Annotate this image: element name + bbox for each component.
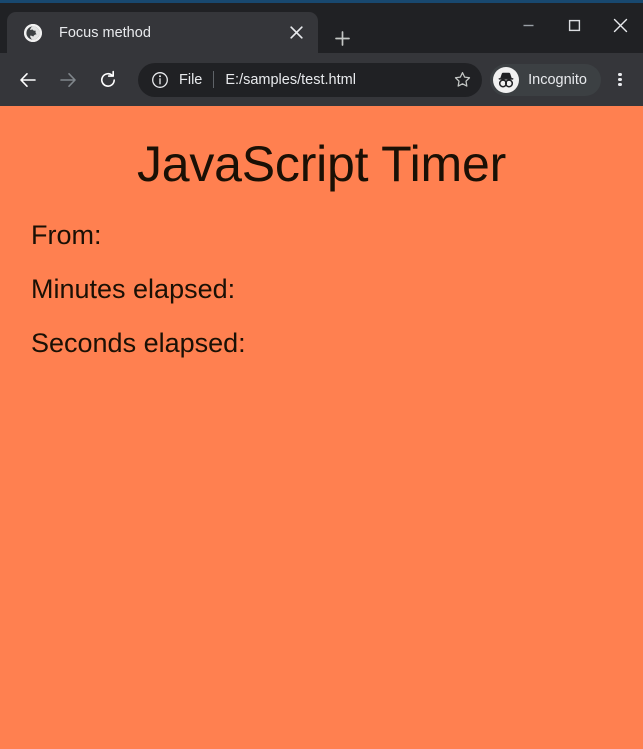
browser-window: Focus method File E:/samples/test.html I…	[0, 0, 643, 749]
minutes-elapsed-label: Minutes elapsed:	[31, 274, 236, 304]
browser-toolbar: File E:/samples/test.html Incognito	[0, 53, 643, 106]
page-viewport: JavaScript Timer From: Minutes elapsed: …	[0, 106, 643, 749]
window-controls	[505, 3, 643, 47]
omnibox-divider	[213, 71, 215, 88]
menu-dot	[618, 82, 622, 87]
three-dots-vertical-icon[interactable]	[605, 64, 635, 96]
address-bar[interactable]: File E:/samples/test.html	[138, 62, 483, 97]
menu-dot	[618, 77, 622, 82]
from-line: From:	[0, 193, 643, 251]
reload-button[interactable]	[91, 63, 125, 97]
new-tab-button[interactable]	[327, 23, 357, 53]
star-icon[interactable]	[448, 66, 476, 94]
seconds-elapsed-label: Seconds elapsed:	[31, 328, 246, 358]
incognito-label: Incognito	[528, 71, 587, 88]
tab-strip: Focus method	[0, 3, 643, 53]
minutes-elapsed-line: Minutes elapsed:	[0, 251, 643, 305]
maximize-icon[interactable]	[551, 3, 597, 47]
info-circle-icon[interactable]	[150, 70, 170, 90]
from-label: From:	[31, 220, 102, 250]
page-title: JavaScript Timer	[136, 136, 507, 192]
tab-close-icon[interactable]	[283, 20, 309, 46]
back-button[interactable]	[11, 63, 45, 97]
minimize-icon[interactable]	[505, 3, 551, 47]
incognito-indicator[interactable]: Incognito	[490, 63, 601, 96]
browser-tab-active[interactable]: Focus method	[7, 12, 318, 53]
url-scheme-label: File	[179, 71, 203, 88]
incognito-spy-icon	[493, 66, 520, 93]
close-icon[interactable]	[597, 3, 643, 47]
tab-title: Focus method	[59, 24, 151, 41]
url-input[interactable]: E:/samples/test.html	[225, 72, 444, 88]
seconds-elapsed-line: Seconds elapsed:	[0, 305, 643, 359]
menu-dot	[618, 72, 622, 77]
forward-button[interactable]	[51, 63, 85, 97]
globe-icon	[24, 23, 42, 42]
